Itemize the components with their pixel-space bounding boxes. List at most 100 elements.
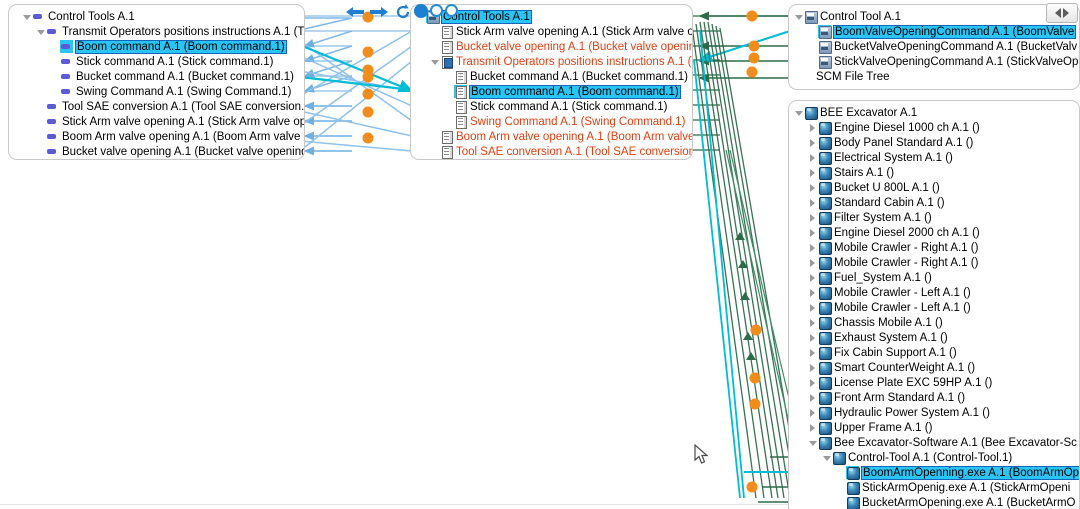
tree-row-filter-system-a-1[interactable]: Filter System A.1 () (789, 210, 1079, 225)
twisty-down-icon[interactable] (807, 437, 818, 448)
tree-row-engine-diesel-1000-ch-a-1[interactable]: Engine Diesel 1000 ch A.1 () (789, 120, 1079, 135)
tree-row-swing-command-a-1-swing-command-1[interactable]: Swing Command A.1 (Swing Command.1) (9, 84, 304, 99)
tree-row-boomvalveopeningcommand-a-1-boomvalve[interactable]: BoomValveOpeningCommand A.1 (BoomValve (789, 24, 1079, 39)
twisty-down-icon[interactable] (21, 11, 32, 22)
bee-excavator-product-tree[interactable]: BEE Excavator A.1 Engine Diesel 1000 ch A… (788, 100, 1080, 509)
tree-row-upper-frame-a-1[interactable]: Upper Frame A.1 () (789, 420, 1079, 435)
twisty-right-icon[interactable] (807, 287, 818, 298)
control-tools-structure-tree[interactable]: Control Tools A.1 Transmit Operators posi… (8, 4, 305, 160)
tree-row-stickvalveopeningcommand-a-1-stickvalveop[interactable]: StickValveOpeningCommand A.1 (StickValve… (789, 54, 1079, 69)
twisty-right-icon[interactable] (807, 392, 818, 403)
tree-row-bucket-command-a-1-bucket-command-1[interactable]: Bucket command A.1 (Bucket command.1) (411, 69, 692, 84)
circle-filled-icon[interactable] (414, 4, 428, 18)
tree-row-transmit-operators-positions-instructions-a-[interactable]: Transmit Operators positions instruction… (9, 24, 304, 39)
tree-row-fuel-system-a-1[interactable]: Fuel_System A.1 () (789, 270, 1079, 285)
twisty-down-icon[interactable] (793, 11, 804, 22)
twisty-right-icon[interactable] (807, 302, 818, 313)
tree-row-tool-sae-conversion-a-1-tool-sae-conversion[interactable]: Tool SAE conversion A.1 (Tool SAE conver… (9, 99, 304, 114)
tree-row-bucket-u-800l-a-1[interactable]: Bucket U 800L A.1 () (789, 180, 1079, 195)
tree-row-boom-command-a-1-boom-command-1[interactable]: Boom command A.1 (Boom command.1) (9, 39, 304, 54)
tree-row-label: Tool SAE conversion A.1 (Tool SAE conver… (62, 100, 304, 113)
tree-row-exhaust-system-a-1[interactable]: Exhaust System A.1 () (789, 330, 1079, 345)
circle-outline-icon-2[interactable] (445, 4, 458, 17)
twisty-right-icon[interactable] (807, 422, 818, 433)
tree-row-label: Chassis Mobile A.1 () (834, 316, 943, 329)
twisty-right-icon[interactable] (807, 272, 818, 283)
tree-row-stick-command-a-1-stick-command-1[interactable]: Stick command A.1 (Stick command.1) (411, 99, 692, 114)
twisty-right-icon[interactable] (807, 407, 818, 418)
tree-row-boom-arm-valve-opening-a-1-boom-arm-valve[interactable]: Boom Arm valve opening A.1 (Boom Arm val… (411, 129, 692, 144)
tree-row-stick-arm-valve-opening-a-1-stick-arm-valve-[interactable]: Stick Arm valve opening A.1 (Stick Arm v… (9, 114, 304, 129)
control-tool-file-tree[interactable]: Control Tool A.1 BoomValveOpeningCommand … (788, 4, 1080, 90)
triangle-left-icon[interactable] (1055, 8, 1061, 18)
tree-row-control-tool-a-1-control-tool-1[interactable]: Control-Tool A.1 (Control-Tool.1) (789, 450, 1079, 465)
capsule-icon (46, 145, 59, 158)
twisty-right-icon[interactable] (807, 377, 818, 388)
twisty-down-icon[interactable] (821, 452, 832, 463)
twisty-down-icon[interactable] (793, 107, 804, 118)
tree-row-swing-command-a-1-swing-command-1[interactable]: Swing Command A.1 (Swing Command.1) (411, 114, 692, 129)
tree-row-front-arm-standard-a-1[interactable]: Front Arm Standard A.1 () (789, 390, 1079, 405)
tree-row-chassis-mobile-a-1[interactable]: Chassis Mobile A.1 () (789, 315, 1079, 330)
tree-row-smart-counterweight-a-1[interactable]: Smart CounterWeight A.1 () (789, 360, 1079, 375)
twisty-right-icon[interactable] (807, 317, 818, 328)
tree-row-control-tools-a-1[interactable]: Control Tools A.1 (9, 9, 304, 24)
refresh-icon[interactable] (394, 3, 412, 21)
tree-row-boom-command-a-1-boom-command-1[interactable]: Boom command A.1 (Boom command.1) (411, 84, 692, 99)
tree-row-transmit-operators-positions-instructions-a-[interactable]: Transmit Operators positions instruction… (411, 54, 692, 69)
tree-row-electrical-system-a-1[interactable]: Electrical System A.1 () (789, 150, 1079, 165)
twisty-right-icon[interactable] (807, 257, 818, 268)
tree-row-stairs-a-1[interactable]: Stairs A.1 () (789, 165, 1079, 180)
circle-outline-icon-1[interactable] (430, 4, 443, 17)
arrow-right-icon[interactable] (368, 5, 390, 19)
tree-row-bucketvalveopeningcommand-a-1-bucketvalv[interactable]: BucketValveOpeningCommand A.1 (BucketVal… (789, 39, 1079, 54)
tree-row-license-plate-exc-59hp-a-1[interactable]: License Plate EXC 59HP A.1 () (789, 375, 1079, 390)
cube-icon (818, 301, 832, 315)
tree-row-standard-cabin-a-1[interactable]: Standard Cabin A.1 () (789, 195, 1079, 210)
tree-row-bucket-command-a-1-bucket-command-1[interactable]: Bucket command A.1 (Bucket command.1) (9, 69, 304, 84)
tree-row-hydraulic-power-system-a-1[interactable]: Hydraulic Power System A.1 () (789, 405, 1079, 420)
twisty-right-icon[interactable] (807, 152, 818, 163)
twisty-right-icon[interactable] (807, 182, 818, 193)
twisty-down-icon[interactable] (429, 56, 440, 67)
tree-row-fix-cabin-support-a-1[interactable]: Fix Cabin Support A.1 () (789, 345, 1079, 360)
tree-row-control-tool-a-1[interactable]: Control Tool A.1 (789, 9, 1079, 24)
control-tools-document-tree[interactable]: Control Tools A.1 Stick Arm valve opening… (410, 4, 693, 160)
graph-toolbar[interactable] (344, 3, 464, 23)
twisty-right-icon[interactable] (807, 167, 818, 178)
tree-row-stickarmopenig-exe-a-1-stickarmopeni[interactable]: StickArmOpenig.exe A.1 (StickArmOpeni (789, 480, 1079, 495)
arrow-left-icon[interactable] (344, 5, 366, 19)
cube-icon (818, 421, 832, 435)
twisty-down-icon[interactable] (35, 26, 46, 37)
tree-row-label: Fix Cabin Support A.1 () (834, 346, 957, 359)
tree-row-mobile-crawler-left-a-1[interactable]: Mobile Crawler - Left A.1 () (789, 285, 1079, 300)
twisty-right-icon[interactable] (807, 197, 818, 208)
tree-row-mobile-crawler-right-a-1[interactable]: Mobile Crawler - Right A.1 () (789, 240, 1079, 255)
twisty-right-icon[interactable] (807, 212, 818, 223)
tree-row-bucket-valve-opening-a-1-bucket-valve-openin[interactable]: Bucket valve opening A.1 (Bucket valve o… (9, 144, 304, 159)
tree-row-boomarmopenning-exe-a-1-boomarmop[interactable]: BoomArmOpenning.exe A.1 (BoomArmOp (789, 465, 1079, 480)
twisty-right-icon[interactable] (807, 227, 818, 238)
tree-row-engine-diesel-2000-ch-a-1[interactable]: Engine Diesel 2000 ch A.1 () (789, 225, 1079, 240)
tree-row-stick-arm-valve-opening-a-1-stick-arm-valve-[interactable]: Stick Arm valve opening A.1 (Stick Arm v… (411, 24, 692, 39)
twisty-right-icon[interactable] (807, 122, 818, 133)
tree-row-bee-excavator-software-a-1-bee-excavator-sc[interactable]: Bee Excavator-Software A.1 (Bee Excavato… (789, 435, 1079, 450)
tree-row-bucketarmopening-exe-a-1-bucketarmo[interactable]: BucketArmOpening.exe A.1 (BucketArmO (789, 495, 1079, 509)
tree-row-label: Transmit Operators positions instruction… (456, 55, 692, 68)
twisty-right-icon[interactable] (807, 347, 818, 358)
twisty-right-icon[interactable] (807, 137, 818, 148)
tree-row-tool-sae-conversion-a-1-tool-sae-conversion[interactable]: Tool SAE conversion A.1 (Tool SAE conver… (411, 144, 692, 159)
twisty-right-icon[interactable] (807, 362, 818, 373)
tree-row-boom-arm-valve-opening-a-1-boom-arm-valve[interactable]: Boom Arm valve opening A.1 (Boom Arm val… (9, 129, 304, 144)
tree-row-bucket-valve-opening-a-1-bucket-valve-openin[interactable]: Bucket valve opening A.1 (Bucket valve o… (411, 39, 692, 54)
tree-row-stick-command-a-1-stick-command-1[interactable]: Stick command A.1 (Stick command.1) (9, 54, 304, 69)
tree-row-body-panel-standard-a-1[interactable]: Body Panel Standard A.1 () (789, 135, 1079, 150)
twisty-right-icon[interactable] (807, 332, 818, 343)
pan-navigator[interactable] (1046, 3, 1078, 23)
twisty-right-icon[interactable] (807, 242, 818, 253)
impact-graph-canvas[interactable]: Control Tools A.1 Transmit Operators posi… (0, 0, 1080, 509)
tree-row-bee-excavator-a-1[interactable]: BEE Excavator A.1 (789, 105, 1079, 120)
triangle-right-icon[interactable] (1063, 8, 1069, 18)
tree-row-mobile-crawler-left-a-1[interactable]: Mobile Crawler - Left A.1 () (789, 300, 1079, 315)
tree-row-mobile-crawler-right-a-1[interactable]: Mobile Crawler - Right A.1 () (789, 255, 1079, 270)
